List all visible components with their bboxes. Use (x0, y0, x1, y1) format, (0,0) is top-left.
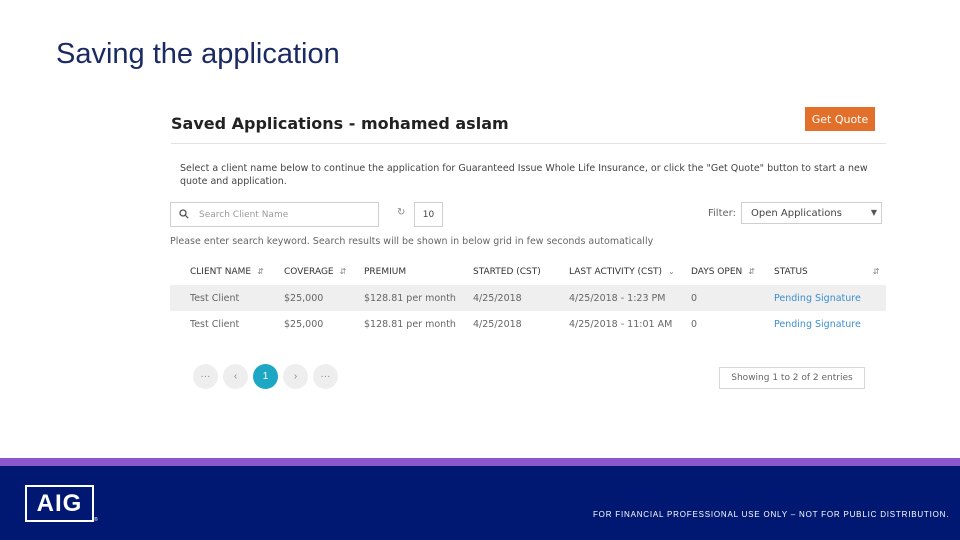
last-page-button[interactable]: ··· (313, 364, 338, 389)
page-title: Saved Applications - mohamed aslam (171, 114, 509, 133)
table-row[interactable]: Test Client $25,000 $128.81 per month 4/… (170, 311, 886, 337)
saved-applications-panel: Saved Applications - mohamed aslam Get Q… (165, 100, 893, 400)
column-header[interactable]: DAYS OPEN ⇵ (691, 259, 774, 285)
page-1-button[interactable]: 1 (253, 364, 278, 389)
sort-icon[interactable]: ⇵ (748, 267, 755, 276)
status-cell[interactable]: Pending Signature (774, 285, 886, 311)
sort-icon[interactable]: ⌄ (668, 267, 675, 276)
divider (171, 143, 886, 144)
table-header-row: CLIENT NAME ⇵ COVERAGE ⇵ PREMIUM STARTED (… (170, 259, 886, 285)
last-activity-cell: 4/25/2018 - 11:01 AM (569, 318, 673, 330)
last-activity-cell: 4/25/2018 - 1:23 PM (569, 285, 691, 311)
column-header[interactable]: STATUS ⇵ (774, 259, 886, 285)
column-header[interactable]: LAST ACTIVITY (CST) ⌄ (569, 259, 691, 285)
client-name-cell[interactable]: Test Client (170, 311, 284, 337)
started-cell: 4/25/2018 (473, 318, 522, 330)
first-page-button[interactable]: ··· (193, 364, 218, 389)
filter-label: Filter: (708, 208, 736, 219)
pagination: ··· ‹ 1 › ··· (193, 364, 338, 389)
search-input[interactable] (199, 209, 369, 220)
filter-selected-value: Open Applications (751, 207, 842, 219)
coverage-cell: $25,000 (284, 285, 364, 311)
column-header[interactable]: COVERAGE ⇵ (284, 259, 364, 285)
get-quote-button[interactable]: Get Quote (805, 107, 875, 131)
footer-disclaimer: FOR FINANCIAL PROFESSIONAL USE ONLY – NO… (593, 510, 950, 519)
slide-title: Saving the application (56, 38, 340, 70)
premium-cell: $128.81 per month (364, 318, 456, 330)
days-open-cell: 0 (691, 318, 698, 330)
column-header[interactable]: STARTED (CST) (473, 259, 569, 285)
coverage-cell: $25,000 (284, 318, 324, 330)
refresh-icon[interactable]: ↻ (397, 207, 405, 218)
search-box[interactable] (170, 202, 379, 227)
prev-page-button[interactable]: ‹ (223, 364, 248, 389)
sort-icon[interactable]: ⇵ (873, 267, 880, 276)
registered-mark: ® (94, 517, 98, 523)
intro-text: Select a client name below to continue t… (180, 163, 868, 187)
sort-icon[interactable]: ⇵ (257, 267, 264, 276)
status-cell[interactable]: Pending Signature (774, 311, 886, 337)
search-hint: Please enter search keyword. Search resu… (170, 236, 654, 247)
client-name-cell[interactable]: Test Client (170, 285, 284, 311)
aig-logo: AIG (25, 485, 94, 522)
column-header[interactable]: PREMIUM (364, 259, 473, 285)
days-open-cell: 0 (691, 285, 774, 311)
page-size-field[interactable]: 10 (414, 202, 443, 227)
sort-icon[interactable]: ⇵ (340, 267, 347, 276)
footer: AIG ® FOR FINANCIAL PROFESSIONAL USE ONL… (0, 466, 960, 540)
entries-summary: Showing 1 to 2 of 2 entries (719, 367, 865, 389)
column-header[interactable]: CLIENT NAME ⇵ (170, 259, 284, 285)
filter-select[interactable]: Open Applications ▼ (741, 202, 882, 224)
caret-down-icon: ▼ (870, 208, 877, 217)
accent-band (0, 458, 960, 466)
applications-table: CLIENT NAME ⇵ COVERAGE ⇵ PREMIUM STARTED (… (170, 259, 886, 337)
premium-cell: $128.81 per month (364, 285, 473, 311)
search-icon (179, 206, 189, 224)
started-cell: 4/25/2018 (473, 285, 569, 311)
next-page-button[interactable]: › (283, 364, 308, 389)
table-row[interactable]: Test Client $25,000 $128.81 per month 4/… (170, 285, 886, 311)
